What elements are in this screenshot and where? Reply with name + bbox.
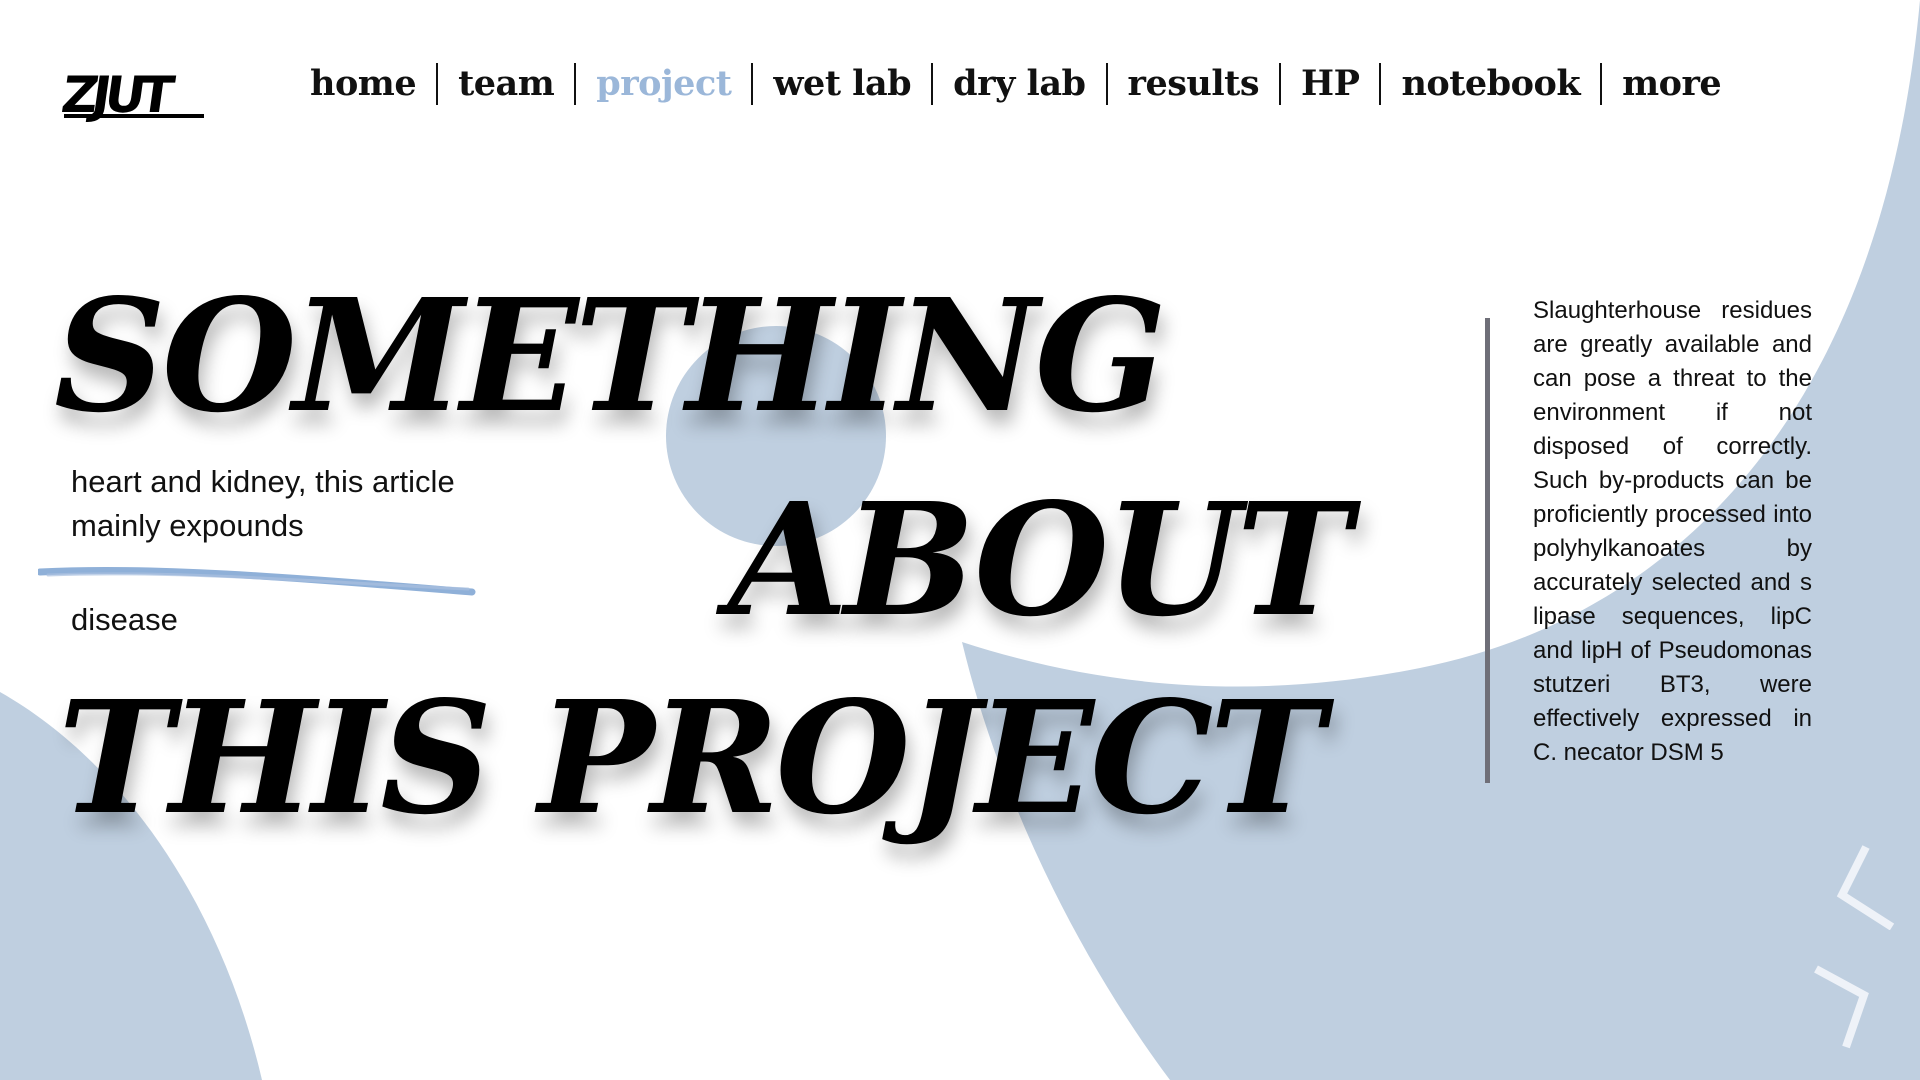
vertical-divider <box>1485 318 1490 783</box>
main-nav: home team project wet lab dry lab result… <box>290 62 1741 106</box>
nav-hp[interactable]: HP <box>1281 62 1379 106</box>
logo-underline <box>64 114 204 118</box>
nav-team[interactable]: team <box>438 62 574 106</box>
hero-line-something: SOMETHING <box>54 264 1167 447</box>
hero-line-this-project: THIS PROJECT <box>58 666 1325 849</box>
nav-project[interactable]: project <box>576 62 751 106</box>
nav-more[interactable]: more <box>1602 62 1741 106</box>
intro-line-3: disease <box>71 602 178 637</box>
chevron-left-icon[interactable] <box>1836 845 1896 930</box>
nav-wet-lab[interactable]: wet lab <box>753 62 931 106</box>
intro-line-1: heart and kidney, this article <box>71 464 455 499</box>
nav-results[interactable]: results <box>1108 62 1280 106</box>
hero-line-about: ABOUT <box>728 468 1352 651</box>
intro-line-2: mainly expounds <box>71 508 304 543</box>
nav-dry-lab[interactable]: dry lab <box>933 62 1105 106</box>
nav-home[interactable]: home <box>290 62 436 106</box>
chevron-right-icon[interactable] <box>1812 965 1872 1050</box>
project-description: Slaughterhouse residues are greatly avai… <box>1533 297 1812 766</box>
nav-notebook[interactable]: notebook <box>1381 62 1600 106</box>
brush-stroke-divider <box>38 566 476 596</box>
